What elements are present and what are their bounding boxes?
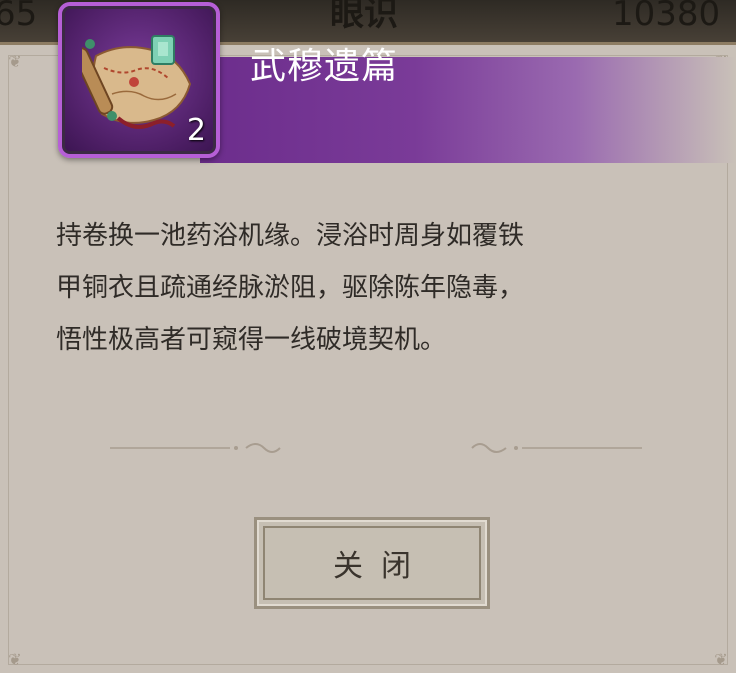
background-title: 眼识 [330, 0, 398, 34]
treasure-map-scroll-icon [82, 35, 192, 129]
item-description: 持卷换一池药浴机缘。浸浴时周身如覆铁 甲铜衣且疏通经脉淤阻，驱除陈年隐毒， 悟性… [56, 210, 696, 366]
corner-ornament-icon: ❦ [8, 52, 22, 71]
description-line: 甲铜衣且疏通经脉淤阻，驱除陈年隐毒， [56, 273, 525, 303]
divider-ornament-icon [110, 443, 281, 453]
divider-ornament-icon [471, 443, 642, 453]
corner-ornament-icon: ❦ [8, 650, 22, 669]
background-left-value: 65 [0, 0, 38, 34]
background-right-value: 10380 [612, 0, 721, 34]
item-icon-frame: 2 [58, 2, 220, 158]
close-button-label: 关闭 [333, 549, 429, 584]
item-count: 2 [186, 113, 206, 148]
corner-ornament-icon: ❦ [714, 650, 728, 669]
close-button[interactable]: 关闭 [254, 517, 490, 609]
description-line: 悟性极高者可窥得一线破境契机。 [56, 325, 447, 355]
description-line: 持卷换一池药浴机缘。浸浴时周身如覆铁 [56, 221, 525, 251]
item-name: 武穆遗篇 [250, 46, 399, 87]
